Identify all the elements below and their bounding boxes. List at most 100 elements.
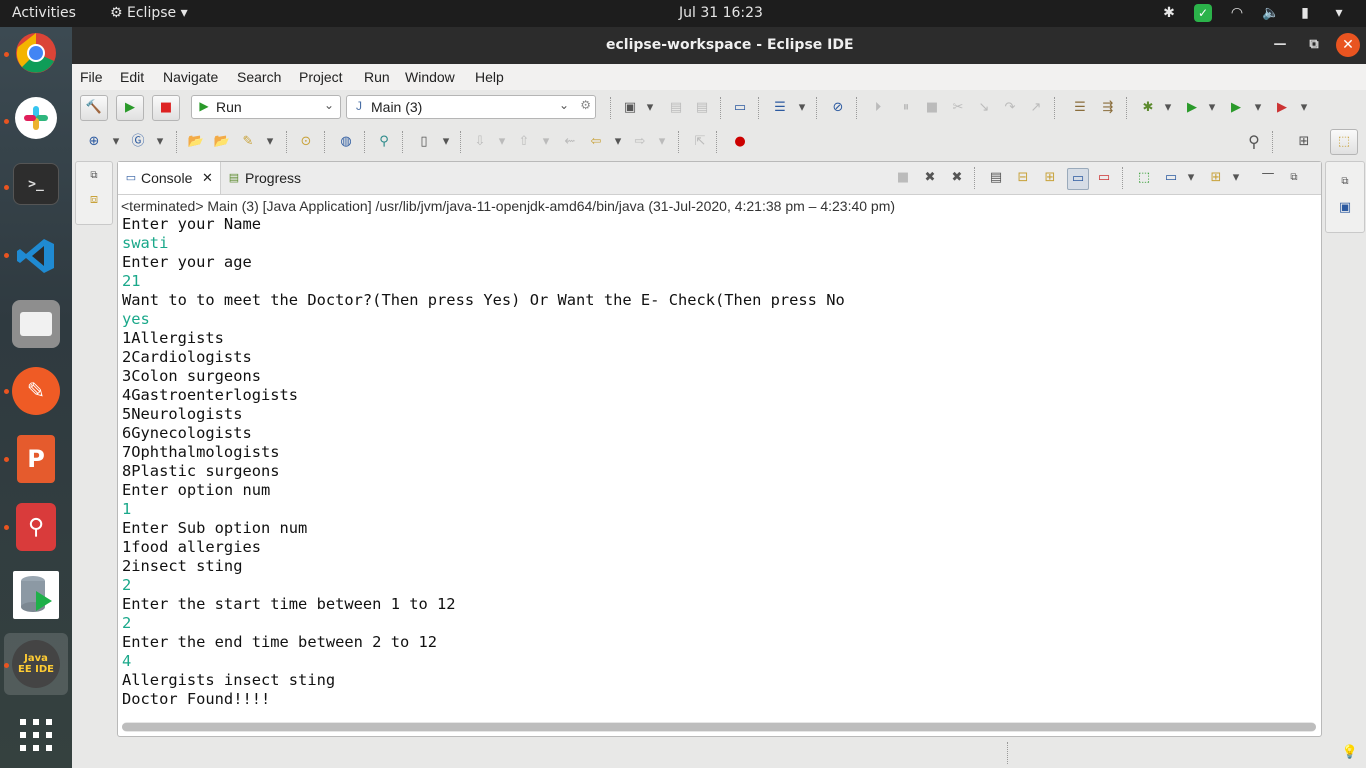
restore-icon[interactable]: ⧉ [1335, 172, 1355, 192]
new-server-dropdown-icon[interactable]: ▾ [106, 132, 126, 152]
back-dropdown-icon[interactable]: ▾ [608, 132, 628, 152]
use-step-filters-icon[interactable]: ⇶ [1098, 98, 1118, 118]
display-selected-console-icon[interactable]: ▭ [1161, 168, 1181, 188]
open-console-icon[interactable]: ⊞ [1206, 168, 1226, 188]
menu-search[interactable]: Search [237, 69, 281, 85]
slack-tray-icon[interactable]: ✱ [1160, 4, 1178, 22]
new-class-dropdown-icon[interactable]: ▾ [150, 132, 170, 152]
menu-help[interactable]: Help [475, 69, 504, 85]
slack-icon[interactable] [15, 97, 57, 139]
save-icon[interactable]: ▤ [666, 98, 686, 118]
terminal-icon[interactable]: >_ [13, 163, 59, 205]
battery-icon[interactable]: ▮ [1296, 4, 1314, 22]
outline-icon[interactable]: ▣ [1335, 198, 1355, 218]
wps-pdf-icon[interactable]: ⚲ [16, 503, 56, 551]
restore-icon[interactable]: ⧉ [84, 166, 104, 186]
files-icon[interactable] [12, 300, 60, 348]
open-console-dropdown-icon[interactable]: ▾ [1226, 168, 1246, 188]
console-output[interactable]: Enter your Name swati Enter your age 21 Want… [122, 215, 1312, 715]
app-menu[interactable]: ⚙ Eclipse ▾ [110, 5, 188, 21]
horizontal-scrollbar[interactable] [122, 722, 1316, 732]
menu-run[interactable]: Run [364, 69, 390, 85]
volume-icon[interactable]: 🔈 [1262, 4, 1280, 22]
menu-window[interactable]: Window [405, 69, 455, 85]
app-grid-icon[interactable] [12, 711, 60, 759]
save-all-icon[interactable]: ▤ [692, 98, 712, 118]
forward-dropdown-icon[interactable]: ▾ [652, 132, 672, 152]
resume-icon[interactable]: ⏵ [868, 98, 888, 118]
lightbulb-icon[interactable]: 💡 [1340, 743, 1360, 763]
close-tab-icon[interactable]: ✕ [202, 170, 213, 186]
launch-mode-combo[interactable]: ▶ Run ⌄ [191, 95, 341, 119]
external-tools-icon[interactable]: ▶ [1272, 98, 1292, 118]
clear-console-icon[interactable]: ▤ [986, 168, 1006, 188]
toggle-mark-icon[interactable]: ▯ [414, 132, 434, 152]
menu-navigate[interactable]: Navigate [163, 69, 218, 85]
vscode-icon[interactable] [12, 232, 60, 280]
launch-config-settings-icon[interactable]: ⚙ [580, 98, 591, 112]
remove-all-terminated-icon[interactable]: ✖ [947, 168, 967, 188]
minimize-button[interactable]: — [1268, 33, 1292, 57]
system-menu-caret-icon[interactable]: ▾ [1330, 4, 1348, 22]
step-into-icon[interactable]: ↘ [974, 98, 994, 118]
console-icon[interactable]: ▭ [730, 98, 750, 118]
clock[interactable]: Jul 31 16:23 [679, 5, 763, 21]
new-class-icon[interactable]: Ⓖ [128, 132, 148, 152]
pin-editor-icon[interactable]: ⇱ [690, 132, 710, 152]
skip-breakpoints-icon[interactable]: ⊘ [828, 98, 848, 118]
stop-button[interactable]: ■ [152, 95, 180, 121]
new-server-icon[interactable]: ⊕ [84, 132, 104, 152]
menu-edit[interactable]: Edit [120, 69, 144, 85]
presentation-icon[interactable]: P [17, 435, 55, 483]
next-annotation-icon[interactable]: ⇩ [470, 132, 490, 152]
step-over-icon[interactable]: ↷ [1000, 98, 1020, 118]
run-icon[interactable]: ▶ [1182, 98, 1202, 118]
pin-console-icon[interactable]: ⬚ [1134, 168, 1154, 188]
annotation-icon[interactable]: ⚲ [374, 132, 394, 152]
activities-button[interactable]: Activities [12, 5, 76, 21]
open-type-icon[interactable]: 📂 [186, 132, 206, 152]
remove-launch-icon[interactable]: ✖ [920, 168, 940, 188]
menu-project[interactable]: Project [299, 69, 343, 85]
database-icon[interactable] [13, 571, 59, 619]
minimize-view-icon[interactable]: — [1258, 164, 1278, 184]
tab-console[interactable]: ▭ Console ✕ [118, 162, 221, 194]
coverage-dropdown-icon[interactable]: ▾ [1248, 98, 1268, 118]
display-console-dropdown-icon[interactable]: ▾ [1181, 168, 1201, 188]
toggle-mark-dropdown-icon[interactable]: ▾ [436, 132, 456, 152]
step-return-icon[interactable]: ↗ [1026, 98, 1046, 118]
last-edit-icon[interactable]: ⇜ [560, 132, 580, 152]
terminate-console-icon[interactable]: ■ [893, 168, 913, 188]
back-icon[interactable]: ⇦ [586, 132, 606, 152]
show-console-on-error-icon[interactable]: ▭ [1094, 168, 1114, 188]
debug-icon[interactable]: ✱ [1138, 98, 1158, 118]
previous-annotation-dropdown-icon[interactable]: ▾ [536, 132, 556, 152]
open-perspective-icon[interactable]: ⊙ [296, 132, 316, 152]
next-annotation-dropdown-icon[interactable]: ▾ [492, 132, 512, 152]
launch-button[interactable]: ▶ [116, 95, 144, 121]
build-button[interactable]: 🔨 [80, 95, 108, 121]
close-window-button[interactable]: ✕ [1336, 33, 1360, 57]
chrome-icon[interactable] [12, 29, 60, 77]
debug-dropdown-icon[interactable]: ▾ [1158, 98, 1178, 118]
window-titlebar[interactable]: eclipse-workspace - Eclipse IDE — ⧉ ✕ [72, 27, 1366, 64]
web-browser-icon[interactable]: ◍ [336, 132, 356, 152]
run-dropdown-icon[interactable]: ▾ [1202, 98, 1222, 118]
search-icon[interactable]: ⚲ [1244, 132, 1264, 152]
word-wrap-icon[interactable]: ⊞ [1040, 168, 1060, 188]
show-console-on-output-icon[interactable]: ▭ [1067, 168, 1089, 190]
project-explorer-icon[interactable]: ⧈ [84, 190, 104, 210]
tab-progress[interactable]: ▤ Progress [222, 162, 312, 194]
new-icon[interactable]: ▣ [620, 98, 640, 118]
disconnect-icon[interactable]: ✂ [948, 98, 968, 118]
task-dropdown-icon[interactable]: ▾ [792, 98, 812, 118]
eclipse-javaee-icon[interactable]: Java EE IDE [12, 640, 60, 688]
coverage-icon[interactable]: ▶ [1226, 98, 1246, 118]
search-tool-dropdown-icon[interactable]: ▾ [260, 132, 280, 152]
previous-annotation-icon[interactable]: ⇧ [514, 132, 534, 152]
suspend-icon[interactable]: ⏸ [896, 98, 916, 118]
drop-to-frame-icon[interactable]: ☰ [1070, 98, 1090, 118]
task-list-icon[interactable]: ☰ [770, 98, 790, 118]
terminate-icon[interactable]: ■ [922, 98, 942, 118]
wifi-icon[interactable]: ◠ [1228, 4, 1246, 22]
